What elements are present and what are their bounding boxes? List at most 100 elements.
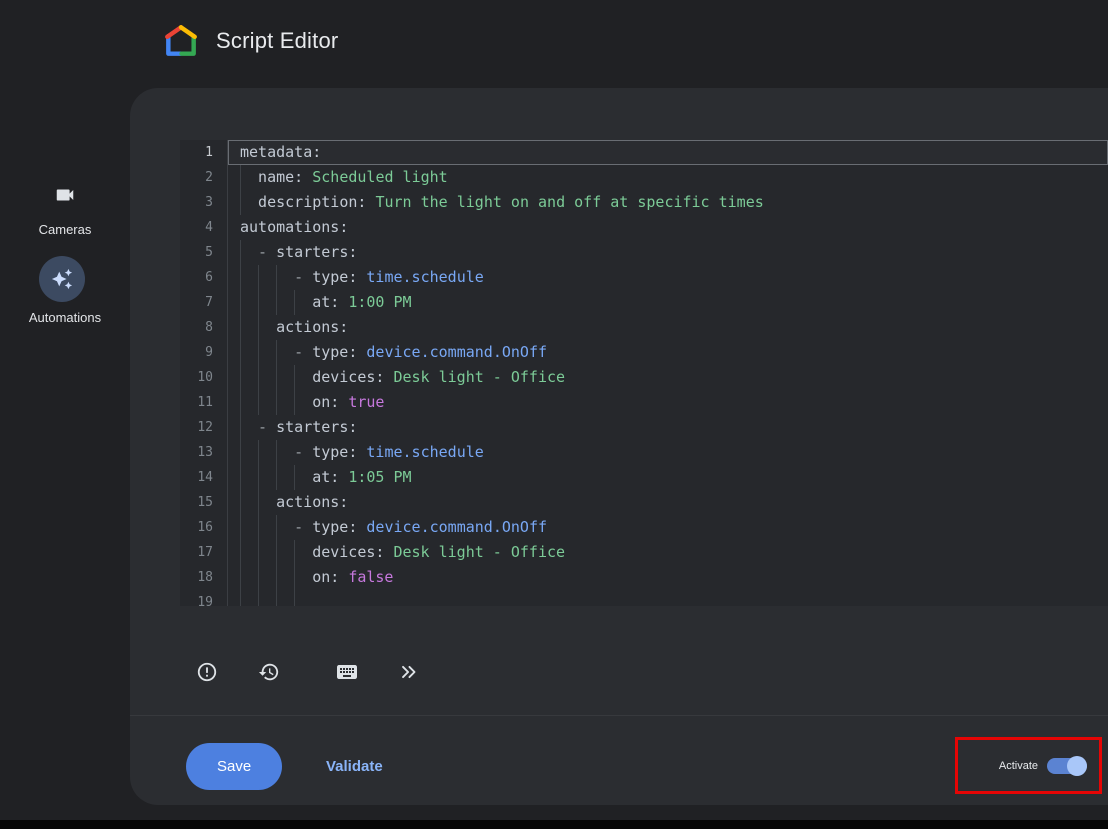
indent-guide — [276, 540, 294, 565]
activate-toggle[interactable] — [1047, 756, 1087, 776]
sidebar-item-cameras[interactable] — [0, 184, 130, 206]
code-line[interactable]: 4automations: — [180, 215, 1108, 240]
panel-footer: Save Validate Activate — [130, 715, 1108, 805]
indent-guide — [258, 340, 276, 365]
indent-guide — [258, 390, 276, 415]
indent-guide — [258, 265, 276, 290]
indent-guide — [240, 565, 258, 590]
indent-guide — [240, 190, 258, 215]
keyboard-icon — [335, 660, 359, 684]
line-number: 18 — [180, 565, 228, 590]
line-number: 4 — [180, 215, 228, 240]
code-lines: 1metadata:2name: Scheduled light3descrip… — [180, 140, 1108, 606]
line-number: 19 — [180, 590, 228, 606]
indent-guide — [276, 340, 294, 365]
indent-guide — [276, 565, 294, 590]
indent-guide — [240, 540, 258, 565]
code-line[interactable]: 1metadata: — [180, 140, 1108, 165]
editor-toolbar — [192, 650, 424, 694]
line-number: 6 — [180, 265, 228, 290]
validate-button[interactable]: Validate — [318, 743, 391, 790]
more-tools-button[interactable] — [394, 657, 424, 687]
indent-guide — [294, 365, 312, 390]
indent-guide — [240, 240, 258, 265]
sidebar-item-automations-label[interactable]: Automations — [0, 310, 130, 325]
google-home-logo-icon — [162, 22, 200, 60]
code-line[interactable]: 19 — [180, 590, 1108, 606]
indent-guide — [240, 515, 258, 540]
indent-guide — [258, 465, 276, 490]
line-number: 1 — [180, 140, 228, 165]
problems-button[interactable] — [192, 657, 222, 687]
code-line[interactable]: 5- starters: — [180, 240, 1108, 265]
indent-guide — [258, 315, 276, 340]
indent-guide — [258, 565, 276, 590]
indent-guide — [258, 365, 276, 390]
line-number: 16 — [180, 515, 228, 540]
sidebar: Cameras Automations — [0, 84, 130, 829]
indent-guide — [276, 515, 294, 540]
save-button[interactable]: Save — [186, 743, 282, 790]
line-number: 3 — [180, 190, 228, 215]
indent-guide — [240, 315, 258, 340]
history-button[interactable] — [254, 657, 284, 687]
indent-guide — [240, 365, 258, 390]
editor-panel: 1metadata:2name: Scheduled light3descrip… — [130, 88, 1108, 805]
line-number: 13 — [180, 440, 228, 465]
activate-label: Activate — [999, 760, 1038, 772]
sidebar-item-automations[interactable] — [39, 256, 85, 302]
code-line[interactable]: 7at: 1:00 PM — [180, 290, 1108, 315]
sidebar-item-cameras-label[interactable]: Cameras — [0, 222, 130, 237]
indent-guide — [294, 290, 312, 315]
indent-guide — [240, 490, 258, 515]
code-line[interactable]: 16- type: device.command.OnOff — [180, 515, 1108, 540]
line-number: 8 — [180, 315, 228, 340]
code-line[interactable]: 8actions: — [180, 315, 1108, 340]
indent-guide — [294, 465, 312, 490]
indent-guide — [240, 465, 258, 490]
code-line[interactable]: 15actions: — [180, 490, 1108, 515]
code-line[interactable]: 6- type: time.schedule — [180, 265, 1108, 290]
code-editor[interactable]: 1metadata:2name: Scheduled light3descrip… — [180, 140, 1108, 606]
indent-guide — [258, 515, 276, 540]
indent-guide — [240, 390, 258, 415]
code-line[interactable]: 18on: false — [180, 565, 1108, 590]
indent-guide — [258, 540, 276, 565]
indent-guide — [276, 290, 294, 315]
code-line[interactable]: 10devices: Desk light - Office — [180, 365, 1108, 390]
code-line[interactable]: 13- type: time.schedule — [180, 440, 1108, 465]
indent-guide — [240, 590, 258, 606]
line-number: 14 — [180, 465, 228, 490]
code-line[interactable]: 3description: Turn the light on and off … — [180, 190, 1108, 215]
code-line[interactable]: 17devices: Desk light - Office — [180, 540, 1108, 565]
indent-guide — [294, 565, 312, 590]
page-title: Script Editor — [216, 28, 338, 54]
camera-icon — [54, 184, 76, 206]
line-number: 11 — [180, 390, 228, 415]
background-strip — [0, 805, 1108, 820]
code-line[interactable]: 12- starters: — [180, 415, 1108, 440]
sparkle-icon — [51, 268, 73, 290]
code-line[interactable]: 11on: true — [180, 390, 1108, 415]
bottom-black-strip — [0, 820, 1108, 829]
code-line[interactable]: 2name: Scheduled light — [180, 165, 1108, 190]
line-number: 5 — [180, 240, 228, 265]
line-number: 15 — [180, 490, 228, 515]
code-line[interactable]: 14at: 1:05 PM — [180, 465, 1108, 490]
indent-guide — [258, 590, 276, 606]
indent-guide — [276, 590, 294, 606]
indent-guide — [240, 165, 258, 190]
indent-guide — [276, 265, 294, 290]
code-line[interactable]: 9- type: device.command.OnOff — [180, 340, 1108, 365]
indent-guide — [258, 490, 276, 515]
line-number: 10 — [180, 365, 228, 390]
line-number: 12 — [180, 415, 228, 440]
double-chevron-icon — [398, 661, 420, 683]
keyboard-button[interactable] — [332, 657, 362, 687]
line-number: 9 — [180, 340, 228, 365]
line-number: 17 — [180, 540, 228, 565]
indent-guide — [258, 290, 276, 315]
indent-guide — [294, 390, 312, 415]
indent-guide — [240, 290, 258, 315]
error-outline-icon — [196, 661, 218, 683]
